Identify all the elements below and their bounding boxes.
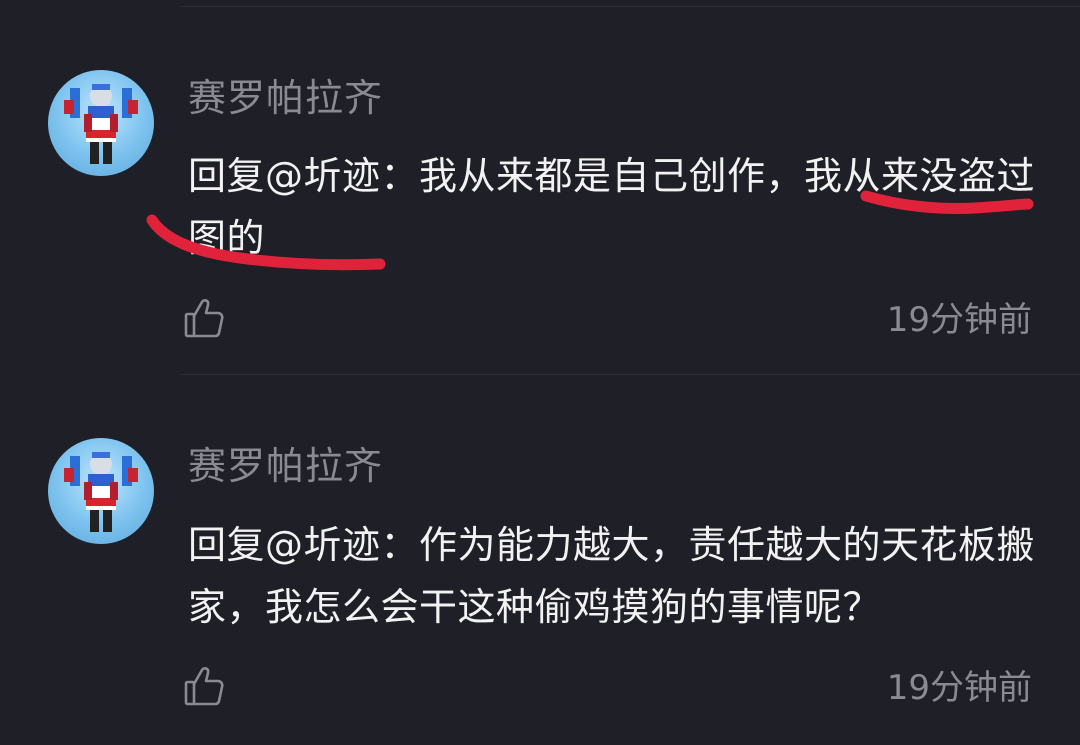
comment-text: 回复@圻迹：我从来都是自己创作，我从来没盗过图的 bbox=[188, 154, 1036, 260]
avatar[interactable] bbox=[48, 70, 154, 176]
thumbs-up-icon[interactable] bbox=[184, 664, 224, 708]
comment-item: 赛罗帕拉齐 回复@圻迹：作为能力越大，责任越大的天花板搬家，我怎么会干这种偷鸡摸… bbox=[0, 376, 1080, 745]
thumbs-up-icon[interactable] bbox=[184, 296, 224, 340]
comment-item: 赛罗帕拉齐 回复@圻迹：我从来都是自己创作，我从来没盗过图的 19分钟前 bbox=[0, 0, 1080, 374]
timestamp: 19分钟前 bbox=[886, 300, 1032, 340]
comment-divider bbox=[180, 374, 1080, 375]
username[interactable]: 赛罗帕拉齐 bbox=[188, 76, 383, 120]
timestamp: 19分钟前 bbox=[886, 668, 1032, 708]
username[interactable]: 赛罗帕拉齐 bbox=[188, 444, 383, 488]
comment-text: 回复@圻迹：作为能力越大，责任越大的天花板搬家，我怎么会干这种偷鸡摸狗的事情呢？ bbox=[188, 523, 1036, 629]
avatar[interactable] bbox=[48, 438, 154, 544]
